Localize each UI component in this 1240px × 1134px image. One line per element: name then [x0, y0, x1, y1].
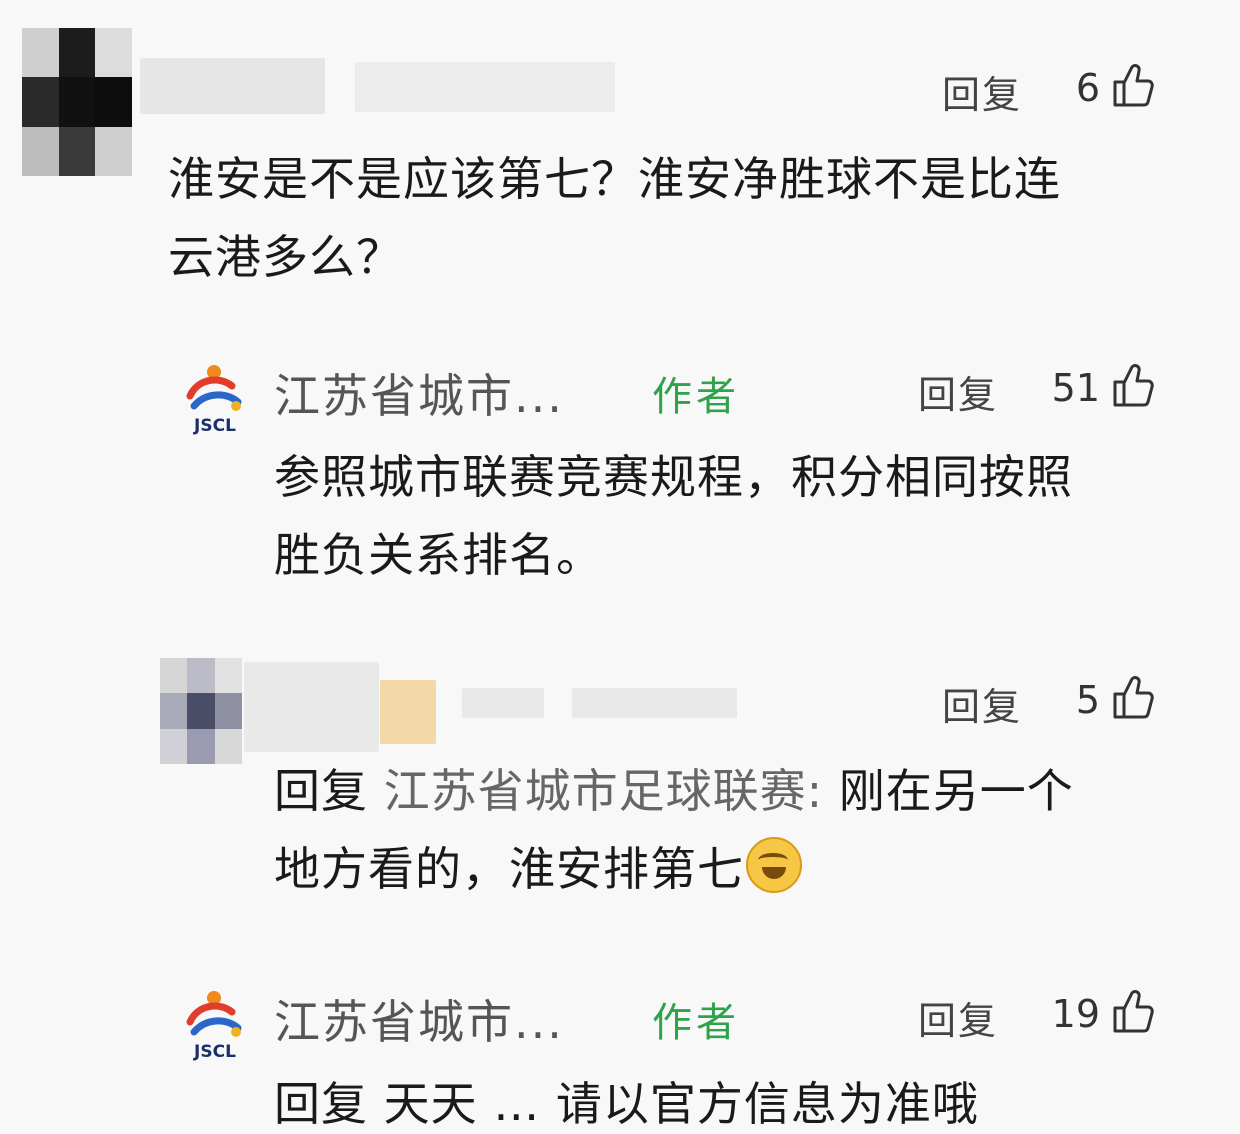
jscl-emblem-icon: [186, 365, 242, 411]
avatar[interactable]: [160, 658, 242, 764]
comment-text: 淮安是不是应该第七？淮安净胜球不是比连 云港多么？: [168, 152, 1061, 284]
reply-button[interactable]: 回复: [942, 64, 1022, 119]
author-badge: 作者: [652, 1000, 740, 1046]
user-meta: [462, 688, 544, 718]
avatar[interactable]: [22, 28, 132, 176]
like-count: 5: [1075, 678, 1100, 722]
thumbs-up-icon[interactable]: [1112, 988, 1154, 1034]
author-name[interactable]: 江苏省城市...: [274, 360, 564, 426]
comment-text: 回复 江苏省城市足球联赛: 刚在另一个 地方看的，淮安排第七: [274, 764, 1074, 896]
like-count: 51: [1051, 366, 1100, 410]
comment-text-partial: 回复 天天 … 请以官方信息为准哦: [274, 1077, 979, 1131]
reply-button[interactable]: 回复: [918, 990, 998, 1045]
thumbs-up-icon[interactable]: [1112, 362, 1154, 408]
reply-prefix: 回复: [274, 764, 368, 818]
jscl-emblem-icon: [186, 991, 242, 1037]
user-meta: [572, 688, 737, 718]
author-name[interactable]: 江苏省城市...: [274, 986, 564, 1052]
like-count: 6: [1075, 66, 1100, 110]
comment-1: 回复 6 淮安是不是应该第七？淮安净胜球不是比连 云港多么？: [0, 0, 1240, 300]
user-meta: [355, 62, 615, 112]
jscl-logo[interactable]: JSCL: [180, 362, 250, 442]
author-badge: 作者: [652, 374, 740, 420]
reply-button[interactable]: 回复: [918, 364, 998, 419]
thumbs-up-icon[interactable]: [1112, 674, 1154, 720]
logo-text: JSCL: [194, 416, 236, 436]
logo-text: JSCL: [194, 1042, 236, 1062]
comment-text: 参照城市联赛竞赛规程，积分相同按照 胜负关系排名。: [274, 450, 1073, 582]
jscl-logo[interactable]: JSCL: [180, 988, 250, 1068]
reply-button[interactable]: 回复: [942, 676, 1022, 731]
thumbs-up-icon[interactable]: [1112, 62, 1154, 108]
username[interactable]: [140, 58, 325, 114]
like-count: 19: [1051, 992, 1100, 1036]
user-badge: [380, 680, 436, 744]
username[interactable]: [244, 662, 379, 752]
laughing-crying-emoji-icon: [746, 837, 802, 893]
reply-target[interactable]: 江苏省城市足球联赛:: [384, 764, 824, 818]
